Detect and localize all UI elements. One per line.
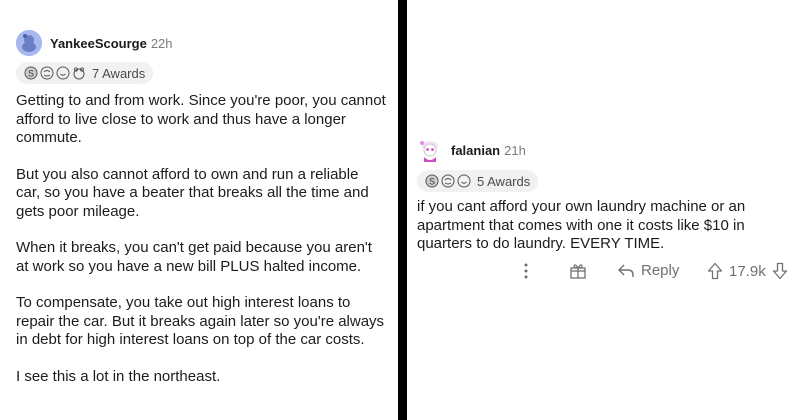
comment-paragraph: When it breaks, you can't get paid becau… [16, 239, 372, 275]
user-avatar[interactable] [16, 30, 42, 56]
award-silver-icon: S [24, 66, 38, 80]
user-avatar[interactable] [417, 137, 443, 163]
more-options-icon [524, 263, 528, 279]
snoo-avatar-icon [420, 141, 438, 162]
give-award-button[interactable] [569, 262, 587, 280]
reply-arrow-icon [618, 264, 634, 277]
timestamp: 22h [150, 35, 173, 51]
comment-body: if you cant afford your own laundry mach… [417, 198, 787, 254]
comment-header: YankeeScourge 22h [16, 30, 173, 56]
comment-action-bar: Reply 17.9k [417, 262, 792, 288]
snoo-avatar-icon [16, 30, 42, 56]
vote-count: 17.9k [729, 262, 766, 280]
timestamp: 21h [504, 142, 526, 158]
svg-text:S: S [429, 177, 435, 187]
awards-badge[interactable]: S 7 Awards [16, 62, 154, 84]
svg-text:S: S [28, 69, 34, 79]
comment-paragraph: Getting to and from work. Since you're p… [16, 92, 386, 146]
comment-body: Getting to and from work. Since you're p… [16, 92, 386, 404]
comment-paragraph: To compensate, you take out high interes… [16, 294, 385, 348]
reply-label: Reply [641, 262, 680, 279]
right-comment-panel: falanian 21h S 5 Awards if you cant affo… [407, 0, 800, 420]
comment-paragraph: if you cant afford your own laundry mach… [417, 198, 746, 252]
downvote-arrow-icon[interactable] [772, 262, 788, 280]
reply-button[interactable]: Reply [617, 262, 679, 279]
more-options-button[interactable] [523, 262, 529, 280]
give-award-icon [570, 264, 586, 279]
award-hugz-icon [73, 67, 85, 80]
comment-paragraph: But you also cannot afford to own and ru… [16, 165, 369, 220]
upvote-arrow-icon[interactable] [707, 262, 723, 280]
award-helpful-icon [457, 174, 471, 188]
awards-count: 7 Awards [92, 65, 146, 81]
award-wholesome-icon [40, 66, 54, 80]
awards-badge[interactable]: S 5 Awards [417, 170, 539, 192]
username[interactable]: YankeeScourge [50, 36, 147, 51]
award-wholesome-icon [441, 174, 455, 188]
username[interactable]: falanian [451, 143, 500, 158]
award-silver-icon: S [425, 174, 439, 188]
left-comment-panel: YankeeScourge 22h S 7 Awards Getting to … [0, 0, 398, 420]
awards-count: 5 Awards [477, 173, 531, 189]
comment-header: falanian 21h [417, 137, 526, 163]
comment-paragraph: I see this a lot in the northeast. [16, 367, 221, 385]
award-helpful-icon [56, 66, 70, 80]
vote-controls: 17.9k [707, 262, 788, 280]
